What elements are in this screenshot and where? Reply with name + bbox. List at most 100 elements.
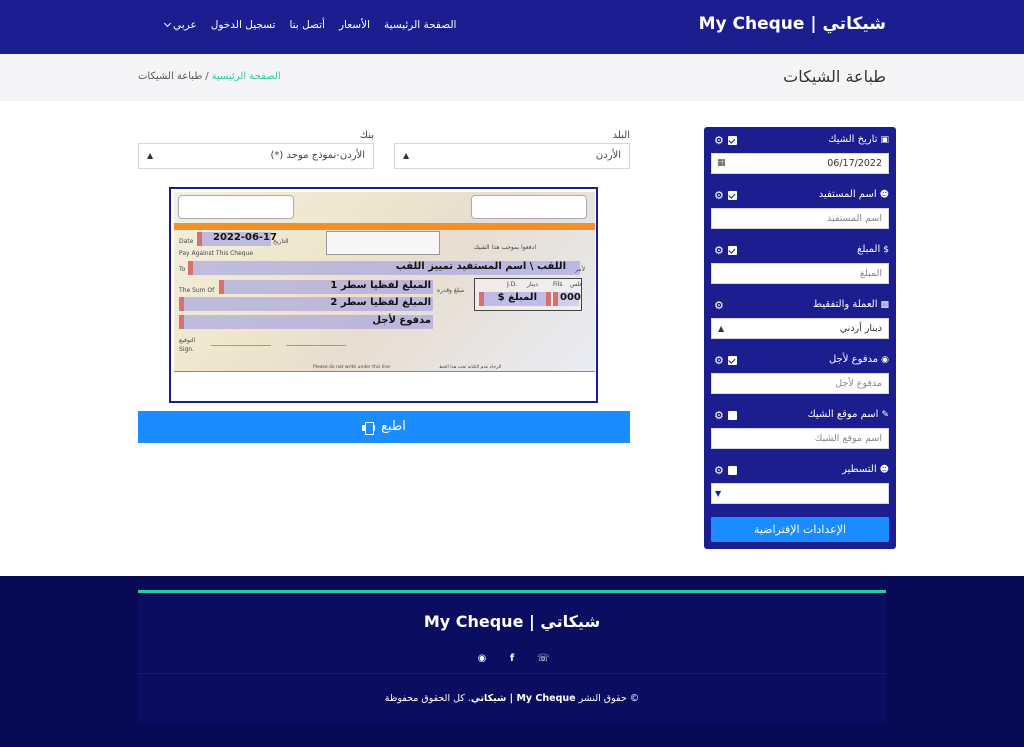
gear-icon[interactable]: ⚙	[714, 135, 724, 146]
nav-pricing[interactable]: الأسعار	[332, 19, 377, 31]
amount-input[interactable]: المبلغ	[711, 263, 889, 284]
copyright-suffix: . كل الحقوق محفوظة	[384, 693, 471, 704]
language-label: عربي	[173, 19, 197, 31]
country-select[interactable]: الأردن ▲	[394, 143, 630, 169]
setting-currency: ▩ العملة والتفقيط ⚙ دينار أردني ▲	[711, 299, 889, 339]
cheque-words-line1[interactable]: المبلغ لفظيا سطر 1	[219, 280, 433, 294]
calendar-icon[interactable]: ▦	[717, 154, 726, 173]
show-checkbox[interactable]	[727, 356, 737, 365]
setting-label: ☻ التسطير	[842, 464, 889, 475]
signer-name-input[interactable]: اسم موقع الشيك	[711, 428, 889, 449]
gear-icon[interactable]: ⚙	[714, 355, 724, 366]
language-dropdown[interactable]: عربي	[158, 19, 204, 31]
breadcrumb-home[interactable]: الصفحة الرئيسية	[212, 71, 281, 82]
select-arrows-icon: ▲	[403, 151, 410, 160]
gear-icon[interactable]: ⚙	[714, 245, 724, 256]
cheque-pay-ar: ادفعوا بموجب هذا الشيك	[473, 244, 536, 251]
cheque-date-field[interactable]: 2022-06-17	[197, 232, 277, 246]
show-checkbox[interactable]	[727, 136, 737, 145]
beneficiary-input[interactable]: اسم المستفيد	[711, 208, 889, 229]
cheque-words-line2[interactable]: المبلغ لفظيا سطر 2	[179, 297, 433, 311]
print-button[interactable]: اطبع	[138, 411, 630, 443]
field-edge	[219, 280, 224, 294]
main-nav: الصفحة الرئيسية الأسعار أتصل بنا تسجيل ا…	[158, 19, 463, 31]
cheque-payee-text: اللقب \ اسم المستفيد تمييز اللقب	[395, 261, 566, 272]
money-icon: ▩	[880, 299, 889, 310]
gear-icon[interactable]: ⚙	[714, 300, 724, 311]
facebook-icon[interactable]: f	[507, 653, 517, 664]
paid-for-input[interactable]: مدفوع لأجل	[711, 373, 889, 394]
setting-label-text: مدفوع لأجل	[828, 354, 879, 365]
setting-beneficiary: ☻ اسم المستفيد ⚙ اسم المستفيد	[711, 189, 889, 229]
cheque-box-right	[471, 195, 587, 219]
breadcrumb: الصفحة الرئيسية / طباعة الشيكات	[138, 71, 281, 82]
cheque-sign-ar: التوقيع	[179, 337, 196, 344]
show-checkbox[interactable]	[727, 191, 737, 200]
settings-panel: ▣ تاريخ الشيك ⚙ 06/17/2022 ▦ ☻ اسم المست…	[704, 127, 896, 549]
date-input[interactable]: 06/17/2022 ▦	[711, 153, 889, 174]
top-navbar: My Cheque | شيكاتي الصفحة الرئيسية الأسع…	[0, 0, 1024, 54]
field-edge	[479, 292, 484, 306]
cheque-fils-text: 000	[560, 292, 581, 303]
field-edge	[188, 261, 193, 275]
cheque-to-label-ar: لأمر	[575, 266, 585, 273]
cheque-sum-label: The Sum Of	[179, 287, 215, 294]
cheque-to-label: To	[179, 266, 186, 273]
currency-select[interactable]: دينار أردني ▲	[711, 318, 889, 339]
date-value: 06/17/2022	[827, 158, 882, 169]
cheque-pay-against: Pay Against This Cheque	[179, 250, 254, 257]
user-icon: ☻	[879, 464, 889, 475]
cheque-jd-label: J.D.	[507, 281, 518, 288]
cheque-date-value: 2022-06-17	[213, 232, 277, 243]
whatsapp-icon[interactable]: ☏	[537, 653, 550, 664]
crossing-select[interactable]: ▼	[711, 483, 889, 504]
nav-home[interactable]: الصفحة الرئيسية	[377, 19, 463, 31]
cheque-amount-text: المبلغ $	[497, 292, 537, 303]
select-arrows-icon: ▲	[147, 151, 154, 160]
cheque-sign-en: Sign.	[179, 346, 194, 353]
breadcrumb-current: طباعة الشيكات	[138, 71, 203, 82]
dribbble-icon[interactable]: ◉	[477, 653, 487, 664]
nav-contact[interactable]: أتصل بنا	[282, 19, 332, 31]
footer-brand[interactable]: My Cheque | شيكاتي	[138, 612, 886, 631]
bank-label: بنك	[359, 130, 374, 141]
setting-paid-for: ◉ مدفوع لأجل ⚙ مدفوع لأجل	[711, 354, 889, 394]
cheque-payee-field[interactable]: اللقب \ اسم المستفيد تمييز اللقب	[188, 261, 580, 275]
bank-select[interactable]: الأردن-نموذج موحد (*) ▲	[138, 143, 374, 169]
signature-icon: ✎	[881, 409, 889, 420]
field-edge	[553, 292, 558, 306]
cheque-words-line2-text: المبلغ لفظيا سطر 2	[330, 297, 431, 308]
page-title: طباعة الشيكات	[783, 67, 886, 86]
cheque-preview: Date 2022-06-17 التاريخ ادفعوا بموجب هذا…	[169, 187, 598, 403]
gear-icon[interactable]: ⚙	[714, 410, 724, 421]
no-write-line	[174, 371, 595, 372]
show-checkbox[interactable]	[727, 411, 737, 420]
nav-login[interactable]: تسجيل الدخول	[204, 19, 283, 31]
bank-select-value: الأردن-نموذج موحد (*)	[270, 150, 365, 161]
brand-logo[interactable]: My Cheque | شيكاتي	[699, 14, 886, 34]
eye-slash-icon: ◉	[881, 354, 889, 365]
setting-label: ☻ اسم المستفيد	[819, 189, 889, 200]
cheque-amount-field[interactable]: المبلغ $	[479, 292, 551, 306]
show-checkbox[interactable]	[727, 246, 737, 255]
footer-inner: My Cheque | شيكاتي ◉ f ☏ © حقوق النشر My…	[138, 590, 886, 724]
setting-signer-name: ✎ اسم موقع الشيك ⚙ اسم موقع الشيك	[711, 409, 889, 449]
show-checkbox[interactable]	[727, 466, 737, 475]
chevron-down-icon	[163, 19, 172, 28]
cheque-paid-for-text: مدفوع لأجل	[372, 315, 431, 326]
page-header: طباعة الشيكات الصفحة الرئيسية / طباعة ال…	[0, 54, 1024, 101]
cheque-no-write-en: Please do not write under this line	[313, 365, 390, 370]
setting-label: ✎ اسم موقع الشيك	[807, 409, 889, 420]
setting-crossing: ☻ التسطير ⚙ ▼	[711, 464, 889, 504]
setting-label-text: المبلغ	[857, 244, 881, 255]
default-settings-button[interactable]: الإعدادات الإفتراضية	[711, 517, 889, 542]
cheque-amount-box: J.D. دينار Fils فلس المبلغ $ 000	[474, 278, 583, 311]
gear-icon[interactable]: ⚙	[714, 190, 724, 201]
printer-icon	[362, 421, 376, 435]
cheque-paid-for-field[interactable]: مدفوع لأجل	[179, 315, 433, 329]
cheque-fils-field[interactable]: 000	[553, 292, 581, 306]
copyright-prefix: © حقوق النشر	[578, 693, 640, 704]
gear-icon[interactable]: ⚙	[714, 465, 724, 476]
cheque-sum-label-ar: مبلغ وقدره	[437, 287, 465, 294]
cheque-date-label-en: Date	[179, 238, 194, 245]
